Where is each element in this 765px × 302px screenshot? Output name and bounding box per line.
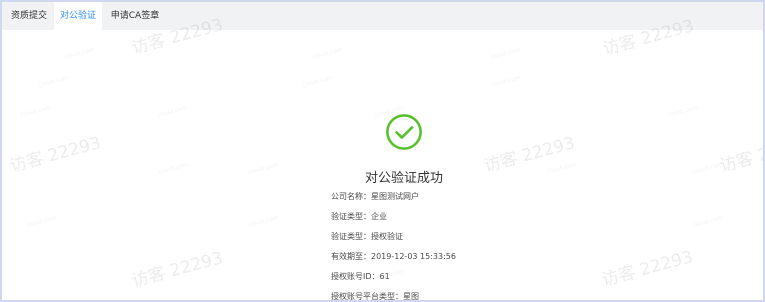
watermark-domain-text: cloud.com <box>691 214 724 229</box>
tab-corporate-verification[interactable]: 对公验证 <box>54 2 102 30</box>
info-value: 星图 <box>403 292 419 301</box>
info-label: 公司名称： <box>331 192 371 201</box>
watermark-domain-text: cloud.com <box>156 104 189 119</box>
tab-bar: 资质提交 对公验证 申请CA签章 <box>2 2 763 30</box>
watermark-domain-text: cloud.com <box>666 104 699 119</box>
watermark-domain-text: cloud.com <box>157 161 190 176</box>
info-value: 61 <box>379 272 390 281</box>
info-label: 有效期至： <box>331 252 371 261</box>
watermark-domain-text: cloud.com <box>489 46 522 61</box>
info-row-company-name: 公司名称：星图测试网户 <box>331 190 531 210</box>
info-value: 授权验证 <box>371 232 403 241</box>
watermark-domain-text: cloud.com <box>63 46 96 61</box>
watermark-domain-text: cloud.com <box>19 104 52 119</box>
watermark-text: 访客 22293 <box>481 133 578 177</box>
watermark-text: 访客 22293 <box>599 247 696 291</box>
watermark-text: 访客 22293 <box>7 133 104 177</box>
success-title: 对公验证成功 <box>364 171 443 186</box>
info-row-valid-until: 有效期至：2019-12-03 15:33:56 <box>331 250 531 270</box>
verification-info: 公司名称：星图测试网户 验证类型：企业 验证类型：授权验证 有效期至：2019-… <box>331 190 531 301</box>
verification-content: 访客 22293 访客 22293 访客 22293 访客 22293 访客 2… <box>2 15 765 301</box>
watermark-domain-text: cloud.com <box>691 161 724 176</box>
info-row-platform-type: 授权账号平台类型：星图 <box>331 290 531 301</box>
watermark-domain-text: cloud.com <box>247 161 280 176</box>
watermark-text: 访客 22293 <box>129 248 226 292</box>
info-row-verification-type: 验证类型：企业 <box>331 210 531 230</box>
watermark-text: 访客 22293 <box>717 133 765 177</box>
watermark-domain-text: cloud.com <box>311 46 344 61</box>
info-value: 2019-12-03 15:33:56 <box>371 252 456 261</box>
info-row-verification-method: 验证类型：授权验证 <box>331 230 531 250</box>
page-frame: 资质提交 对公验证 申请CA签章 访客 22293 访客 22293 访客 22… <box>0 0 765 302</box>
info-label: 验证类型： <box>331 232 371 241</box>
tab-qualification-submit[interactable]: 资质提交 <box>4 2 54 30</box>
watermark-domain-text: cloud.com <box>25 214 58 229</box>
info-label: 验证类型： <box>331 212 371 221</box>
info-value: 星图测试网户 <box>371 192 419 201</box>
watermark-domain-text: cloud.com <box>301 74 334 89</box>
watermark-domain-text: cloud.com <box>545 161 578 176</box>
info-value: 企业 <box>371 212 387 221</box>
check-circle-icon <box>386 114 422 150</box>
watermark-domain-text: cloud.com <box>37 74 70 89</box>
info-row-authorized-account-id: 授权账号ID：61 <box>331 270 531 290</box>
info-label: 授权账号平台类型： <box>331 292 403 301</box>
tab-apply-ca-signature[interactable]: 申请CA签章 <box>102 2 168 30</box>
watermark-domain-text: cloud.com <box>489 74 522 89</box>
watermark-domain-text: cloud.com <box>247 214 280 229</box>
info-label: 授权账号ID： <box>331 272 380 281</box>
